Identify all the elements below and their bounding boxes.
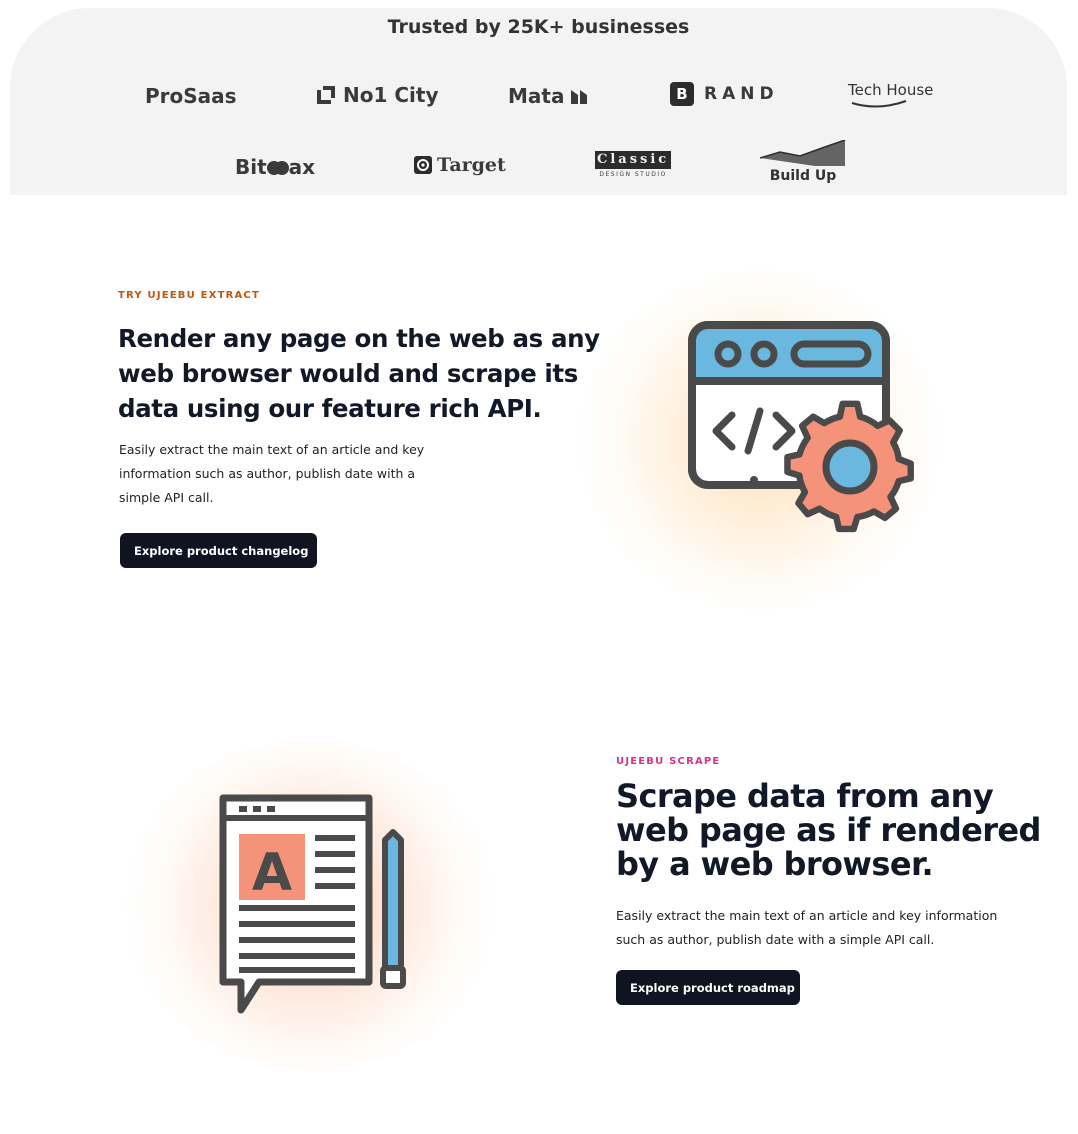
- trusted-title: Trusted by 25K+ businesses: [387, 16, 690, 38]
- target-mark-icon: [414, 156, 432, 174]
- explore-roadmap-button[interactable]: Explore product roadmap →: [616, 970, 822, 1005]
- bitmax-apple-icon: [266, 161, 289, 175]
- arrow-right-icon: →: [324, 543, 336, 558]
- scrape-eyebrow: UJEEBU SCRAPE: [616, 756, 721, 767]
- logo-classic: Classic DESIGN STUDIO: [595, 151, 672, 178]
- scrape-description: Easily extract the main text of an artic…: [616, 908, 998, 947]
- extract-description: Easily extract the main text of an artic…: [119, 442, 425, 505]
- logo-bitmax: Bit ax: [235, 155, 316, 179]
- techhouse-swoosh-icon: [851, 100, 907, 108]
- arrow-right-icon: →: [810, 980, 822, 995]
- article-pencil-icon: A: [219, 794, 406, 1014]
- logo-no1city: No1 City: [315, 83, 439, 107]
- trusted-band: Trusted by 25K+ businesses ProSaas No1 C…: [10, 8, 1067, 195]
- extract-heading: Render any page on the web as any web br…: [118, 324, 600, 423]
- logo-buildup: Build Up: [760, 140, 846, 184]
- no1city-mark-icon: [317, 86, 335, 104]
- extract-eyebrow: TRY UJEEBU EXTRACT: [118, 290, 260, 301]
- browser-code-gear-icon: [688, 321, 914, 533]
- scrape-heading: Scrape data from any web page as if rend…: [616, 777, 1041, 883]
- brand-badge: B: [670, 82, 694, 106]
- buildup-mountain-icon: [760, 140, 846, 166]
- classic-wordmark: Classic: [595, 151, 672, 169]
- explore-changelog-button[interactable]: Explore product changelog →: [120, 533, 335, 568]
- logo-techhouse: Tech House: [848, 81, 933, 109]
- mata-mark-icon: [571, 90, 588, 104]
- logo-prosaas: ProSaas: [145, 84, 237, 108]
- article-letter: A: [252, 843, 292, 903]
- logo-target: Target: [413, 154, 506, 176]
- logo-brand: B RAND: [670, 82, 779, 106]
- logo-mata: Mata: [508, 84, 588, 108]
